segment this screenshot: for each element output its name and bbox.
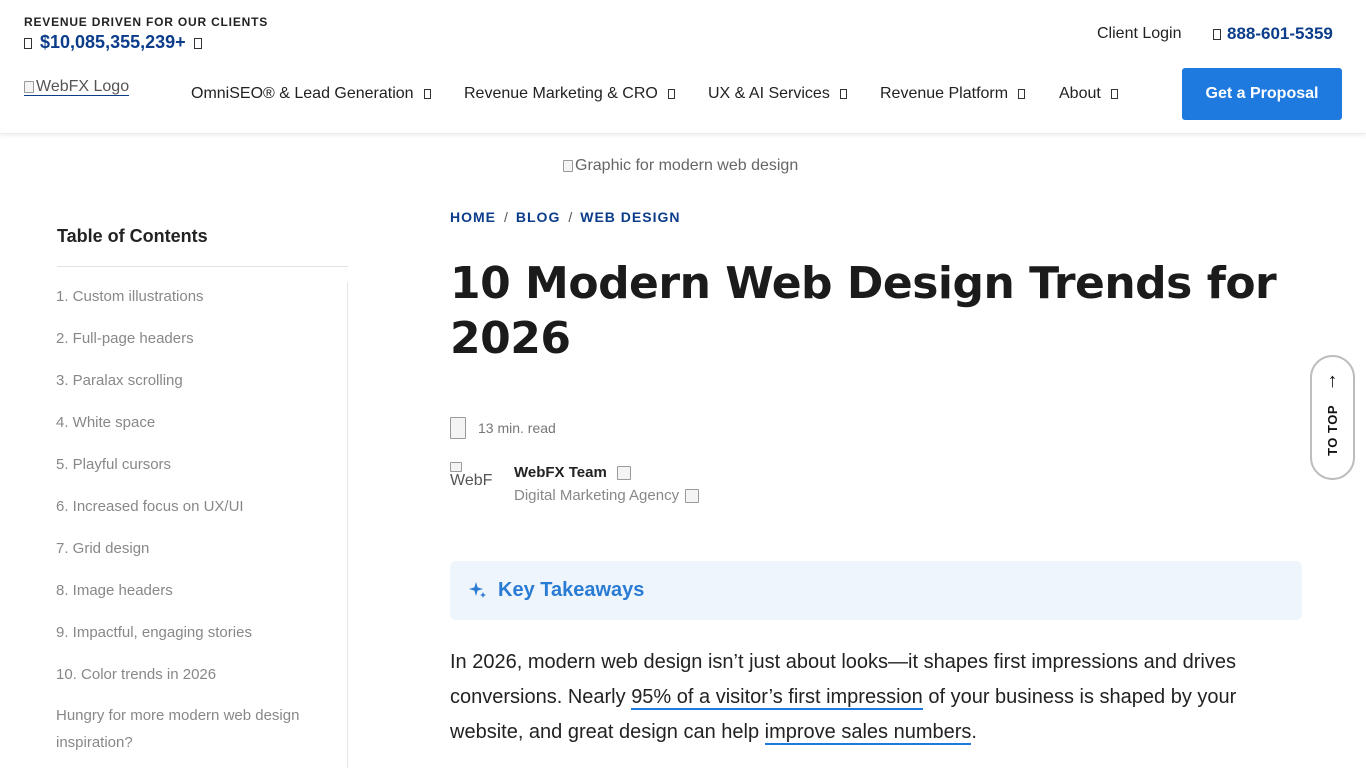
get-proposal-button[interactable]: Get a Proposal bbox=[1182, 68, 1342, 120]
toc-item[interactable]: 1. Custom illustrations bbox=[56, 286, 336, 328]
toc-item[interactable]: 8. Image headers bbox=[56, 580, 336, 622]
site-header: REVENUE DRIVEN FOR OUR CLIENTS $10,085,3… bbox=[0, 0, 1366, 134]
toc-item[interactable]: 5. Playful cursors bbox=[56, 454, 336, 496]
image-placeholder-icon bbox=[563, 160, 573, 172]
toc-item[interactable]: Hungry for more modern web design inspir… bbox=[56, 702, 336, 756]
toc-item[interactable]: 7. Grid design bbox=[56, 538, 336, 580]
logo-image-icon bbox=[24, 80, 34, 93]
toc-list: 1. Custom illustrations 2. Full-page hea… bbox=[56, 286, 336, 756]
breadcrumb-blog[interactable]: BLOG bbox=[516, 209, 560, 225]
phone-number: 888-601-5359 bbox=[1227, 24, 1333, 43]
nav-item-about[interactable]: About bbox=[1059, 84, 1118, 104]
breadcrumb-separator: / bbox=[504, 209, 508, 225]
first-impression-link[interactable]: 95% of a visitor’s first impression bbox=[631, 686, 923, 710]
toc-divider bbox=[57, 266, 348, 267]
toc-title: Table of Contents bbox=[57, 226, 208, 246]
author-name[interactable]: WebFX Team bbox=[514, 464, 699, 481]
intro-paragraph: In 2026, modern web design isn’t just ab… bbox=[450, 645, 1310, 750]
chevron-down-icon bbox=[667, 89, 675, 99]
author-org-text: Digital Marketing Agency bbox=[514, 487, 680, 504]
read-time-text: 13 min. read bbox=[478, 420, 556, 436]
nav-item-label: Revenue Platform bbox=[880, 85, 1009, 102]
key-takeaways-label: Key Takeaways bbox=[498, 579, 645, 601]
breadcrumb-web-design[interactable]: WEB DESIGN bbox=[580, 209, 680, 225]
revenue-amount: $10,085,355,239+ bbox=[40, 32, 186, 52]
breadcrumb: HOME / BLOG / WEB DESIGN bbox=[450, 209, 680, 225]
nav-item-label: OmniSEO® & Lead Generation bbox=[191, 85, 414, 102]
author-name-text: WebFX Team bbox=[514, 464, 607, 481]
nav-item-revenue-platform[interactable]: Revenue Platform bbox=[880, 84, 1026, 104]
chevron-down-icon bbox=[423, 89, 431, 99]
revenue-counter: $10,085,355,239+ bbox=[24, 32, 202, 53]
avatar: WebF bbox=[450, 462, 500, 508]
chevron-down-icon bbox=[1018, 89, 1026, 99]
phone-link[interactable]: 888-601-5359 bbox=[1213, 24, 1333, 44]
chart-icon bbox=[24, 38, 32, 49]
avatar-alt-text: WebF bbox=[450, 472, 493, 489]
toc-item[interactable]: 9. Impactful, engaging stories bbox=[56, 622, 336, 664]
nav-item-ux-ai[interactable]: UX & AI Services bbox=[708, 84, 847, 104]
nav-item-omniseo[interactable]: OmniSEO® & Lead Generation bbox=[191, 84, 431, 104]
logo-alt-text: WebFX Logo bbox=[36, 78, 130, 95]
nav-item-label: UX & AI Services bbox=[708, 85, 830, 102]
back-to-top-button[interactable]: ↑ TO TOP bbox=[1310, 355, 1355, 480]
nav-item-label: Revenue Marketing & CRO bbox=[464, 85, 658, 102]
toc-item[interactable]: 2. Full-page headers bbox=[56, 328, 336, 370]
nav-item-label: About bbox=[1059, 85, 1101, 102]
info-icon[interactable] bbox=[193, 38, 202, 49]
read-time: 13 min. read bbox=[450, 417, 556, 439]
toc-item[interactable]: 6. Increased focus on UX/UI bbox=[56, 496, 336, 538]
breadcrumb-home[interactable]: HOME bbox=[450, 209, 496, 225]
toc-item[interactable]: 10. Color trends in 2026 bbox=[56, 664, 336, 706]
clock-icon bbox=[450, 417, 466, 439]
verified-badge-icon bbox=[616, 465, 631, 480]
chevron-down-icon bbox=[1110, 89, 1118, 99]
arrow-up-icon: ↑ bbox=[1327, 370, 1338, 392]
page-title: 10 Modern Web Design Trends for 2026 bbox=[450, 258, 1277, 364]
to-top-label: TO TOP bbox=[1325, 405, 1340, 456]
key-takeaways-toggle[interactable]: Key Takeaways bbox=[450, 561, 1302, 620]
revenue-label: REVENUE DRIVEN FOR OUR CLIENTS bbox=[24, 15, 269, 29]
intro-text: . bbox=[971, 721, 977, 743]
phone-icon bbox=[1213, 28, 1221, 40]
org-logo-icon bbox=[685, 488, 700, 503]
client-login-link[interactable]: Client Login bbox=[1097, 25, 1182, 43]
toc-item[interactable]: 4. White space bbox=[56, 412, 336, 454]
improve-sales-link[interactable]: improve sales numbers bbox=[764, 721, 972, 745]
toc-item[interactable]: 3. Paralax scrolling bbox=[56, 370, 336, 412]
hero-image-alt: Graphic for modern web design bbox=[575, 157, 799, 174]
avatar-image-icon bbox=[450, 462, 462, 472]
author-block: WebF WebFX Team Digital Marketing Agency bbox=[450, 462, 700, 508]
site-logo[interactable]: WebFX Logo bbox=[24, 78, 130, 96]
chevron-down-icon bbox=[839, 89, 847, 99]
toc-border bbox=[347, 282, 348, 768]
nav-item-revenue-marketing[interactable]: Revenue Marketing & CRO bbox=[464, 84, 675, 104]
breadcrumb-separator: / bbox=[568, 209, 573, 225]
hero-image: Graphic for modern web design bbox=[563, 157, 798, 175]
author-org: Digital Marketing Agency bbox=[514, 487, 700, 504]
sparkle-icon bbox=[469, 581, 486, 598]
